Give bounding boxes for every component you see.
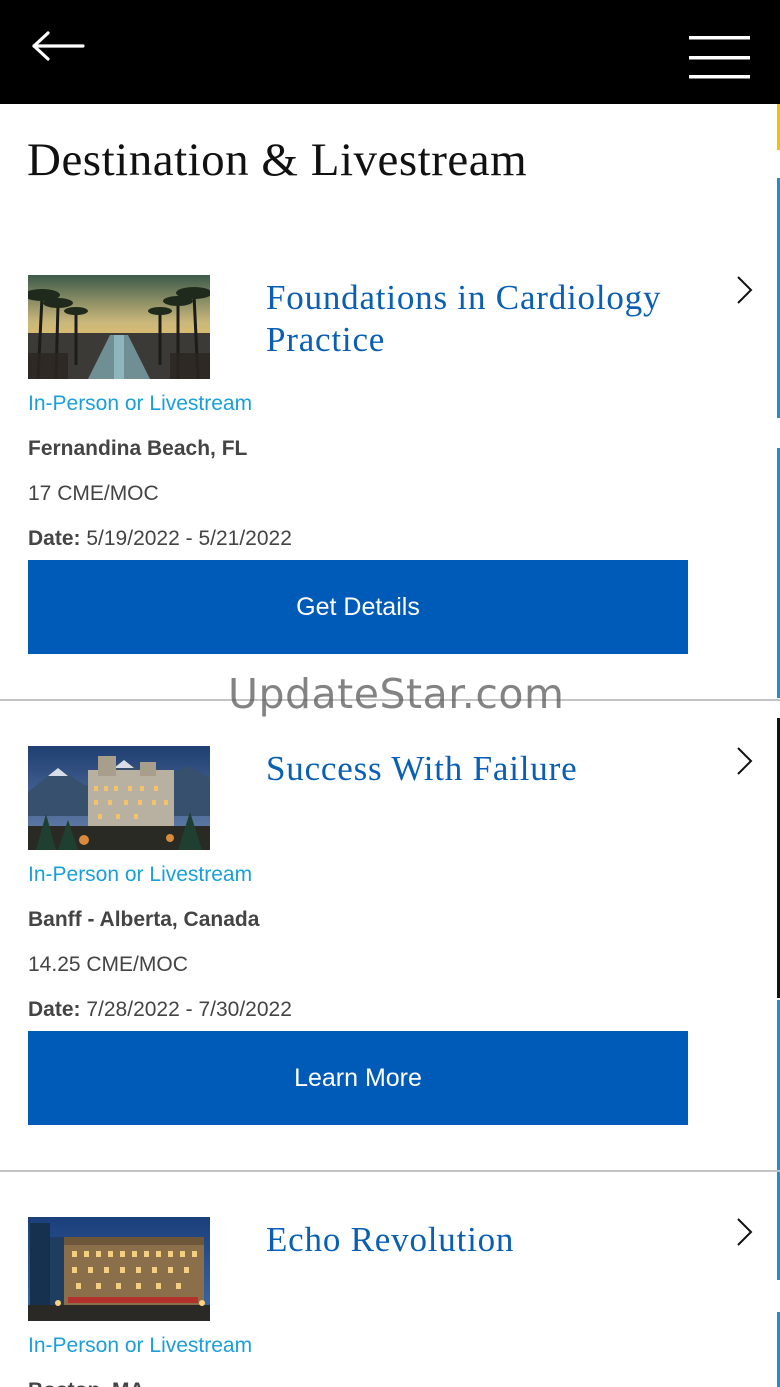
course-credits: 17 CME/MOC [28, 482, 159, 505]
course-card: Success With Failure In-Person or Livest… [0, 746, 780, 1217]
course-date: Date: 7/28/2022 - 7/30/2022 [28, 998, 292, 1022]
date-value: 5/19/2022 - 5/21/2022 [86, 527, 292, 550]
attendance-mode: In-Person or Livestream [28, 392, 253, 415]
chevron-right-icon [737, 276, 753, 304]
divider [0, 1170, 780, 1172]
learn-more-button[interactable]: Learn More [28, 1031, 688, 1125]
course-title[interactable]: Echo Revolution [266, 1219, 706, 1261]
date-label: Date: [28, 527, 81, 550]
course-location: Boston, MA [28, 1379, 145, 1387]
course-title[interactable]: Foundations in Cardiology Practice [266, 277, 706, 361]
course-card: Foundations in Cardiology Practice In-Pe… [0, 275, 780, 746]
course-link[interactable] [730, 746, 758, 778]
course-link[interactable] [730, 275, 758, 307]
course-title[interactable]: Success With Failure [266, 748, 706, 790]
date-value: 7/28/2022 - 7/30/2022 [86, 998, 292, 1021]
course-credits: 14.25 CME/MOC [28, 953, 188, 976]
hamburger-menu-icon [689, 36, 750, 79]
course-location: Banff - Alberta, Canada [28, 908, 260, 931]
get-details-button[interactable]: Get Details [28, 560, 688, 654]
course-date: Date: 5/19/2022 - 5/21/2022 [28, 527, 292, 551]
page-title: Destination & Livestream [27, 134, 528, 186]
course-link[interactable] [730, 1217, 758, 1249]
course-card: Echo Revolution In-Person or Livestream … [0, 1217, 780, 1387]
top-bar [0, 0, 780, 104]
chevron-right-icon [737, 747, 753, 775]
course-location: Fernandina Beach, FL [28, 437, 248, 460]
attendance-mode: In-Person or Livestream [28, 863, 253, 886]
menu-button[interactable] [684, 30, 754, 84]
attendance-mode: In-Person or Livestream [28, 1334, 253, 1357]
course-thumbnail-mountain-hotel[interactable] [28, 746, 210, 850]
course-thumbnail-resort-pool[interactable] [28, 275, 210, 379]
chevron-right-icon [737, 1218, 753, 1246]
back-arrow-icon [32, 31, 85, 61]
date-label: Date: [28, 998, 81, 1021]
course-thumbnail-city-hotel[interactable] [28, 1217, 210, 1321]
divider [0, 699, 780, 701]
back-button[interactable] [30, 28, 86, 68]
